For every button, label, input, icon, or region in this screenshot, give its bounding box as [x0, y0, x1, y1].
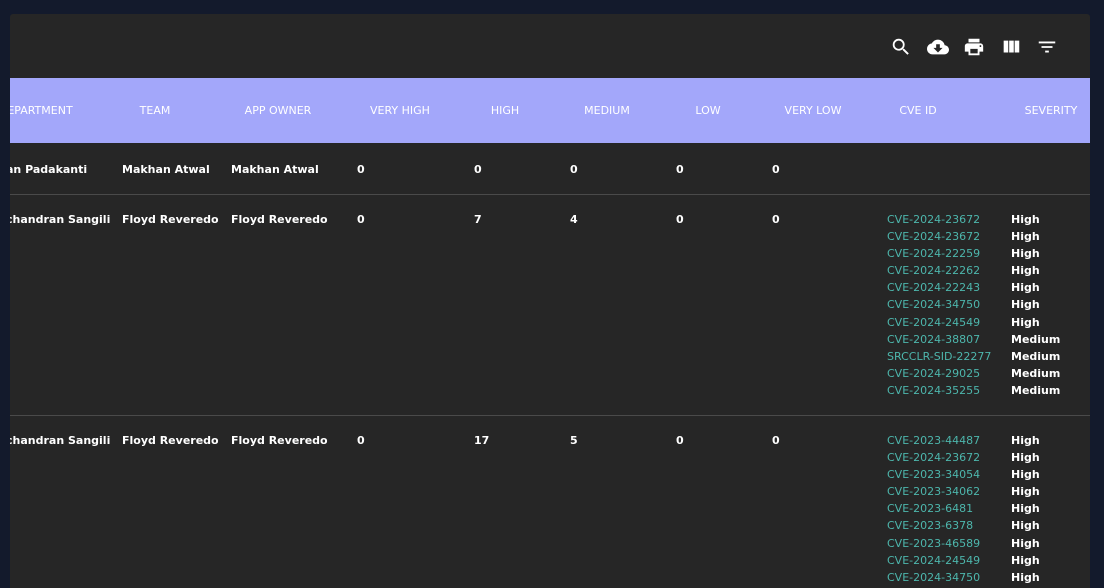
app-owner-cell: Floyd Reveredo: [231, 434, 328, 447]
medium-count: 0: [570, 163, 578, 176]
severity-label: High: [1011, 264, 1040, 278]
column-header-low[interactable]: LOW: [678, 78, 738, 143]
cve-id-link[interactable]: CVE-2024-22259: [887, 245, 991, 262]
table-row: chandran Sangili Floyd Reveredo Floyd Re…: [10, 416, 1090, 588]
severity-label: High: [1011, 281, 1040, 295]
column-header-severity[interactable]: SEVERITY: [1011, 78, 1090, 143]
cve-id-link[interactable]: CVE-2023-6378: [887, 517, 980, 534]
high-count: 17: [474, 434, 490, 447]
table-header: EPARTMENT TEAM APP OWNER VERY HIGH HIGH …: [10, 78, 1090, 143]
severity-label: High: [1011, 570, 1040, 584]
severity-label: High: [1011, 485, 1040, 499]
cve-id-list: CVE-2023-44487 CVE-2024-23672 CVE-2023-3…: [887, 432, 980, 586]
column-header-very-high[interactable]: VERY HIGH: [355, 78, 445, 143]
search-button[interactable]: [888, 34, 914, 60]
severity-label: High: [1011, 468, 1040, 482]
very-high-count: 0: [357, 213, 365, 226]
low-count: 0: [676, 163, 684, 176]
cve-id-link[interactable]: CVE-2024-38807: [887, 331, 991, 348]
severity-label: Medium: [1011, 366, 1061, 380]
cve-id-link[interactable]: SRCCLR-SID-22277: [887, 348, 991, 365]
severity-list: High High High High High High High Mediu…: [1011, 211, 1060, 399]
medium-count: 5: [570, 434, 578, 447]
high-count: 0: [474, 163, 482, 176]
severity-label: High: [1011, 213, 1040, 226]
table-toolbar: [10, 14, 1090, 78]
severity-label: High: [1011, 247, 1040, 261]
severity-label: High: [1011, 553, 1040, 567]
severity-label: High: [1011, 298, 1040, 312]
severity-label: High: [1011, 230, 1040, 244]
cve-id-link[interactable]: CVE-2024-23672: [887, 211, 991, 228]
severity-label: High: [1011, 502, 1040, 516]
column-header-app-owner[interactable]: APP OWNER: [233, 78, 323, 143]
column-header-team[interactable]: TEAM: [120, 78, 190, 143]
download-csv-button[interactable]: [925, 34, 951, 60]
filter-button[interactable]: [1034, 34, 1060, 60]
severity-label: Medium: [1011, 349, 1061, 363]
app-owner-cell: Makhan Atwal: [231, 163, 319, 176]
cve-id-link[interactable]: CVE-2024-24549: [887, 314, 991, 331]
search-icon: [892, 38, 909, 55]
cve-id-list: CVE-2024-23672 CVE-2024-23672 CVE-2024-2…: [887, 211, 991, 399]
severity-label: High: [1011, 315, 1040, 329]
column-header-department[interactable]: EPARTMENT: [10, 78, 82, 143]
cve-id-link[interactable]: CVE-2023-34062: [887, 483, 980, 500]
filter-list-icon: [1038, 41, 1056, 53]
cve-id-link[interactable]: CVE-2024-23672: [887, 228, 991, 245]
severity-label: High: [1011, 451, 1040, 465]
very-high-count: 0: [357, 163, 365, 176]
team-cell: Makhan Atwal: [122, 163, 210, 176]
very-low-count: 0: [772, 163, 780, 176]
vulnerability-table-panel: EPARTMENT TEAM APP OWNER VERY HIGH HIGH …: [10, 14, 1090, 588]
department-cell: an Padakanti: [10, 163, 88, 176]
very-high-count: 0: [357, 434, 365, 447]
department-cell: chandran Sangili: [10, 213, 111, 226]
severity-label: High: [1011, 536, 1040, 550]
cve-id-link[interactable]: CVE-2024-23672: [887, 449, 980, 466]
print-button[interactable]: [961, 34, 987, 60]
view-columns-button[interactable]: [998, 34, 1024, 60]
column-header-cve-id[interactable]: CVE ID: [883, 78, 953, 143]
high-count: 7: [474, 213, 482, 226]
medium-count: 4: [570, 213, 578, 226]
very-low-count: 0: [772, 213, 780, 226]
severity-list: High High High High High High High High …: [1011, 432, 1040, 586]
view-column-icon: [1003, 40, 1020, 53]
cve-id-link[interactable]: CVE-2023-46589: [887, 535, 980, 552]
cve-id-link[interactable]: CVE-2023-44487: [887, 432, 980, 449]
team-cell: Floyd Reveredo: [122, 434, 219, 447]
team-cell: Floyd Reveredo: [122, 213, 219, 226]
cve-id-link[interactable]: CVE-2024-22243: [887, 279, 991, 296]
very-low-count: 0: [772, 434, 780, 447]
print-icon: [964, 38, 984, 56]
table-row: chandran Sangili Floyd Reveredo Floyd Re…: [10, 195, 1090, 416]
severity-label: Medium: [1011, 332, 1061, 346]
column-header-very-low[interactable]: VERY LOW: [773, 78, 853, 143]
cloud-download-icon: [927, 39, 949, 55]
department-cell: chandran Sangili: [10, 434, 111, 447]
cve-id-link[interactable]: CVE-2024-35255: [887, 382, 991, 399]
table-row: an Padakanti Makhan Atwal Makhan Atwal 0…: [10, 143, 1090, 195]
severity-label: High: [1011, 434, 1040, 447]
column-header-high[interactable]: HIGH: [470, 78, 540, 143]
cve-id-link[interactable]: CVE-2024-22262: [887, 262, 991, 279]
cve-id-link[interactable]: CVE-2024-24549: [887, 552, 980, 569]
cve-id-link[interactable]: CVE-2023-34054: [887, 466, 980, 483]
low-count: 0: [676, 434, 684, 447]
severity-label: High: [1011, 519, 1040, 533]
severity-label: Medium: [1011, 383, 1061, 397]
cve-id-link[interactable]: CVE-2023-6481: [887, 500, 980, 517]
column-header-medium[interactable]: MEDIUM: [567, 78, 647, 143]
app-owner-cell: Floyd Reveredo: [231, 213, 328, 226]
low-count: 0: [676, 213, 684, 226]
cve-id-link[interactable]: CVE-2024-29025: [887, 365, 991, 382]
cve-id-link[interactable]: CVE-2024-34750: [887, 296, 991, 313]
cve-id-link[interactable]: CVE-2024-34750: [887, 569, 980, 586]
